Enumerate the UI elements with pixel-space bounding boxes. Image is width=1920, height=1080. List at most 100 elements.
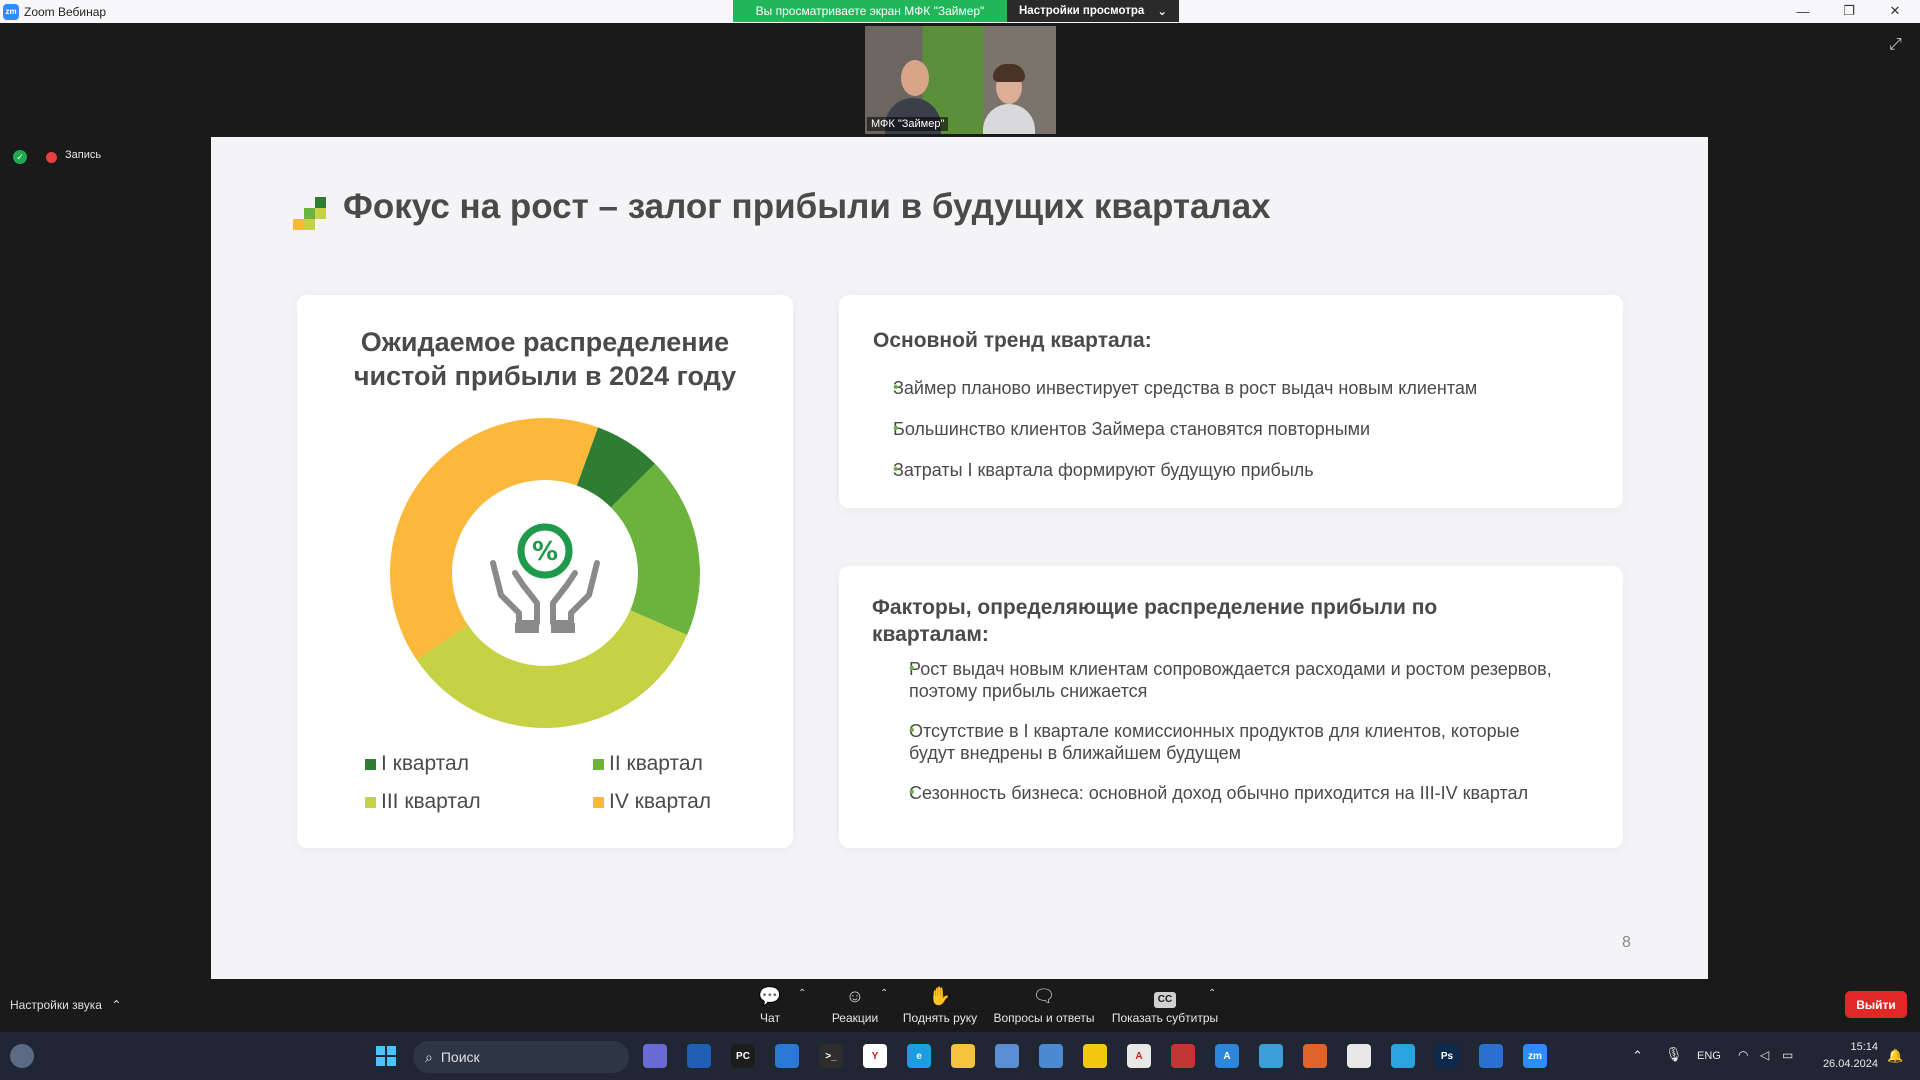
chevron-up-icon: ⌃ bbox=[1632, 1048, 1643, 1063]
profit-factors-card: Факторы, определяющие распределение приб… bbox=[839, 566, 1623, 848]
chat-button[interactable]: 💬 Чат bbox=[755, 985, 785, 1025]
terminal-icon[interactable]: >_ bbox=[819, 1044, 843, 1068]
volume-icon[interactable]: ◁ bbox=[1760, 1048, 1769, 1062]
share-status-label: Вы просматриваете экран МФК "Займер" bbox=[733, 0, 1007, 22]
view-settings-label: Настройки просмотра bbox=[1019, 5, 1145, 17]
factors-list: Рост выдач новым клиентам сопровождается… bbox=[909, 658, 1552, 804]
restore-button[interactable]: ❐ bbox=[1826, 0, 1872, 22]
fullscreen-button[interactable]: ⤢ bbox=[1889, 36, 1902, 54]
legend-label-q3: III квартал bbox=[381, 790, 481, 813]
weather-icon[interactable] bbox=[10, 1044, 34, 1068]
profit-donut-chart: % bbox=[390, 418, 700, 728]
notifications-icon[interactable]: 🔔 bbox=[1887, 1048, 1903, 1064]
windows-start-button[interactable] bbox=[374, 1044, 398, 1068]
close-icon: ✕ bbox=[1889, 3, 1901, 18]
raise-hand-label: Поднять руку bbox=[902, 1011, 978, 1025]
legend-label-q2: II квартал bbox=[609, 752, 703, 775]
reactions-button[interactable]: ☺ Реакции bbox=[830, 985, 880, 1025]
battery-icon[interactable]: ▭ bbox=[1782, 1048, 1793, 1062]
edge-icon[interactable]: e bbox=[907, 1044, 931, 1068]
slack-icon[interactable] bbox=[1347, 1044, 1371, 1068]
minimize-icon: — bbox=[1796, 3, 1810, 19]
raise-hand-button[interactable]: ✋ Поднять руку bbox=[900, 985, 980, 1025]
qa-label: Вопросы и ответы bbox=[993, 1011, 1095, 1025]
zoom-taskbar-icon[interactable]: zm bbox=[1523, 1044, 1547, 1068]
legend-q4: IV квартал bbox=[593, 790, 711, 814]
qa-button[interactable]: 🗨 Вопросы и ответы bbox=[992, 985, 1096, 1025]
view-settings-button[interactable]: Настройки просмотра ⌄ bbox=[1007, 0, 1179, 22]
leave-button[interactable]: Выйти bbox=[1845, 991, 1907, 1018]
slide-title: Фокус на рост – залог прибыли в будущих … bbox=[343, 187, 1271, 226]
telegram-icon[interactable] bbox=[1391, 1044, 1415, 1068]
encryption-shield-icon[interactable]: ✓ bbox=[13, 150, 27, 164]
legend-swatch-q4 bbox=[593, 796, 604, 808]
chat-options-button[interactable]: ⌃ bbox=[798, 988, 806, 999]
audio-settings-button[interactable]: Настройки звука ⌃ bbox=[10, 998, 121, 1012]
power-bi-icon[interactable] bbox=[1083, 1044, 1107, 1068]
video-name-tag: МФК "Займер" bbox=[867, 117, 949, 131]
legend-q2: II квартал bbox=[593, 752, 703, 776]
close-window-button[interactable]: ✕ bbox=[1872, 0, 1918, 22]
yandex-browser-icon[interactable]: Y bbox=[863, 1044, 887, 1068]
azure-icon[interactable]: A bbox=[1215, 1044, 1239, 1068]
legend-swatch-q3 bbox=[365, 796, 376, 808]
chevron-up-icon: ⌃ bbox=[798, 988, 807, 999]
copilot-icon[interactable] bbox=[643, 1044, 667, 1068]
reactions-options-button[interactable]: ⌃ bbox=[880, 988, 888, 999]
speaker-1-head bbox=[901, 60, 929, 96]
trend-item: Займер планово инвестирует средства в ро… bbox=[893, 377, 1477, 399]
outlook-icon[interactable] bbox=[775, 1044, 799, 1068]
factor-item: Рост выдач новым клиентам сопровождается… bbox=[909, 658, 1552, 702]
control-panel-icon[interactable] bbox=[995, 1044, 1019, 1068]
clock-time[interactable]: 15:14 bbox=[1818, 1041, 1878, 1053]
monitor-icon[interactable] bbox=[1039, 1044, 1063, 1068]
wifi-icon[interactable]: ◠ bbox=[1738, 1048, 1748, 1062]
speaker-video[interactable]: МФК "Займер" bbox=[865, 26, 1056, 134]
trend-heading: Основной тренд квартала: bbox=[873, 329, 1152, 352]
taskbar-search[interactable]: ⌕ Поиск bbox=[413, 1041, 629, 1073]
minimize-button[interactable]: — bbox=[1780, 0, 1826, 22]
windows-logo-icon bbox=[376, 1046, 396, 1066]
explorer-icon[interactable] bbox=[951, 1044, 975, 1068]
stock-app-icon[interactable] bbox=[1259, 1044, 1283, 1068]
speaker-2-hair bbox=[993, 64, 1025, 82]
chart-title: Ожидаемое распределение чистой прибыли в… bbox=[297, 325, 793, 393]
chart-title-line-1: Ожидаемое распределение bbox=[360, 327, 730, 357]
chart-app-icon[interactable]: A bbox=[1127, 1044, 1151, 1068]
slide-page-number: 8 bbox=[1622, 934, 1631, 951]
captions-button[interactable]: CC Показать субтитры bbox=[1110, 985, 1220, 1025]
smiley-plus-icon: ☺ bbox=[845, 986, 865, 1006]
legend-swatch-q1 bbox=[365, 758, 376, 770]
hand-icon: ✋ bbox=[928, 986, 952, 1006]
captions-options-button[interactable]: ⌃ bbox=[1208, 988, 1216, 999]
quarter-trend-card: Основной тренд квартала: Займер планово … bbox=[839, 295, 1623, 508]
clock-date[interactable]: 26.04.2024 bbox=[1818, 1058, 1878, 1070]
language-indicator[interactable]: ENG bbox=[1697, 1050, 1721, 1062]
recording-icon bbox=[46, 152, 57, 163]
chevron-up-icon: ⌃ bbox=[1208, 988, 1217, 999]
photoshop-icon[interactable]: Ps bbox=[1435, 1044, 1459, 1068]
share-banner: Вы просматриваете экран МФК "Займер" Нас… bbox=[733, 0, 1179, 22]
pycharm-icon[interactable]: PC bbox=[731, 1044, 755, 1068]
shared-slide: Фокус на рост – залог прибыли в будущих … bbox=[211, 137, 1708, 979]
svg-text:%: % bbox=[532, 537, 558, 567]
factors-heading: Факторы, определяющие распределение приб… bbox=[872, 596, 1438, 646]
legend-q3: III квартал bbox=[365, 790, 481, 814]
restore-icon: ❐ bbox=[1843, 3, 1855, 18]
matlab-icon[interactable] bbox=[1303, 1044, 1327, 1068]
microphone-icon[interactable]: 🎙 bbox=[1665, 1046, 1683, 1063]
chart-title-line-2: чистой прибыли в 2024 году bbox=[353, 361, 737, 391]
app-title: Zoom Вебинар bbox=[24, 4, 107, 19]
chat-label: Чат bbox=[760, 1011, 780, 1025]
trend-item: Затраты I квартала формируют будущую при… bbox=[893, 459, 1477, 481]
factor-item: Отсутствие в I квартале комиссионных про… bbox=[909, 720, 1552, 764]
tray-overflow-button[interactable]: ⌃ bbox=[1632, 1048, 1643, 1064]
search-placeholder: Поиск bbox=[440, 1049, 480, 1065]
trend-list: Займер планово инвестирует средства в ро… bbox=[893, 377, 1477, 481]
game-icon[interactable] bbox=[1171, 1044, 1195, 1068]
zoom-logo-icon: zm bbox=[3, 3, 19, 20]
recording-label: Запись bbox=[65, 149, 102, 161]
company-logo-icon bbox=[293, 197, 327, 231]
defender-icon[interactable] bbox=[1479, 1044, 1503, 1068]
word-app-icon[interactable] bbox=[687, 1044, 711, 1068]
